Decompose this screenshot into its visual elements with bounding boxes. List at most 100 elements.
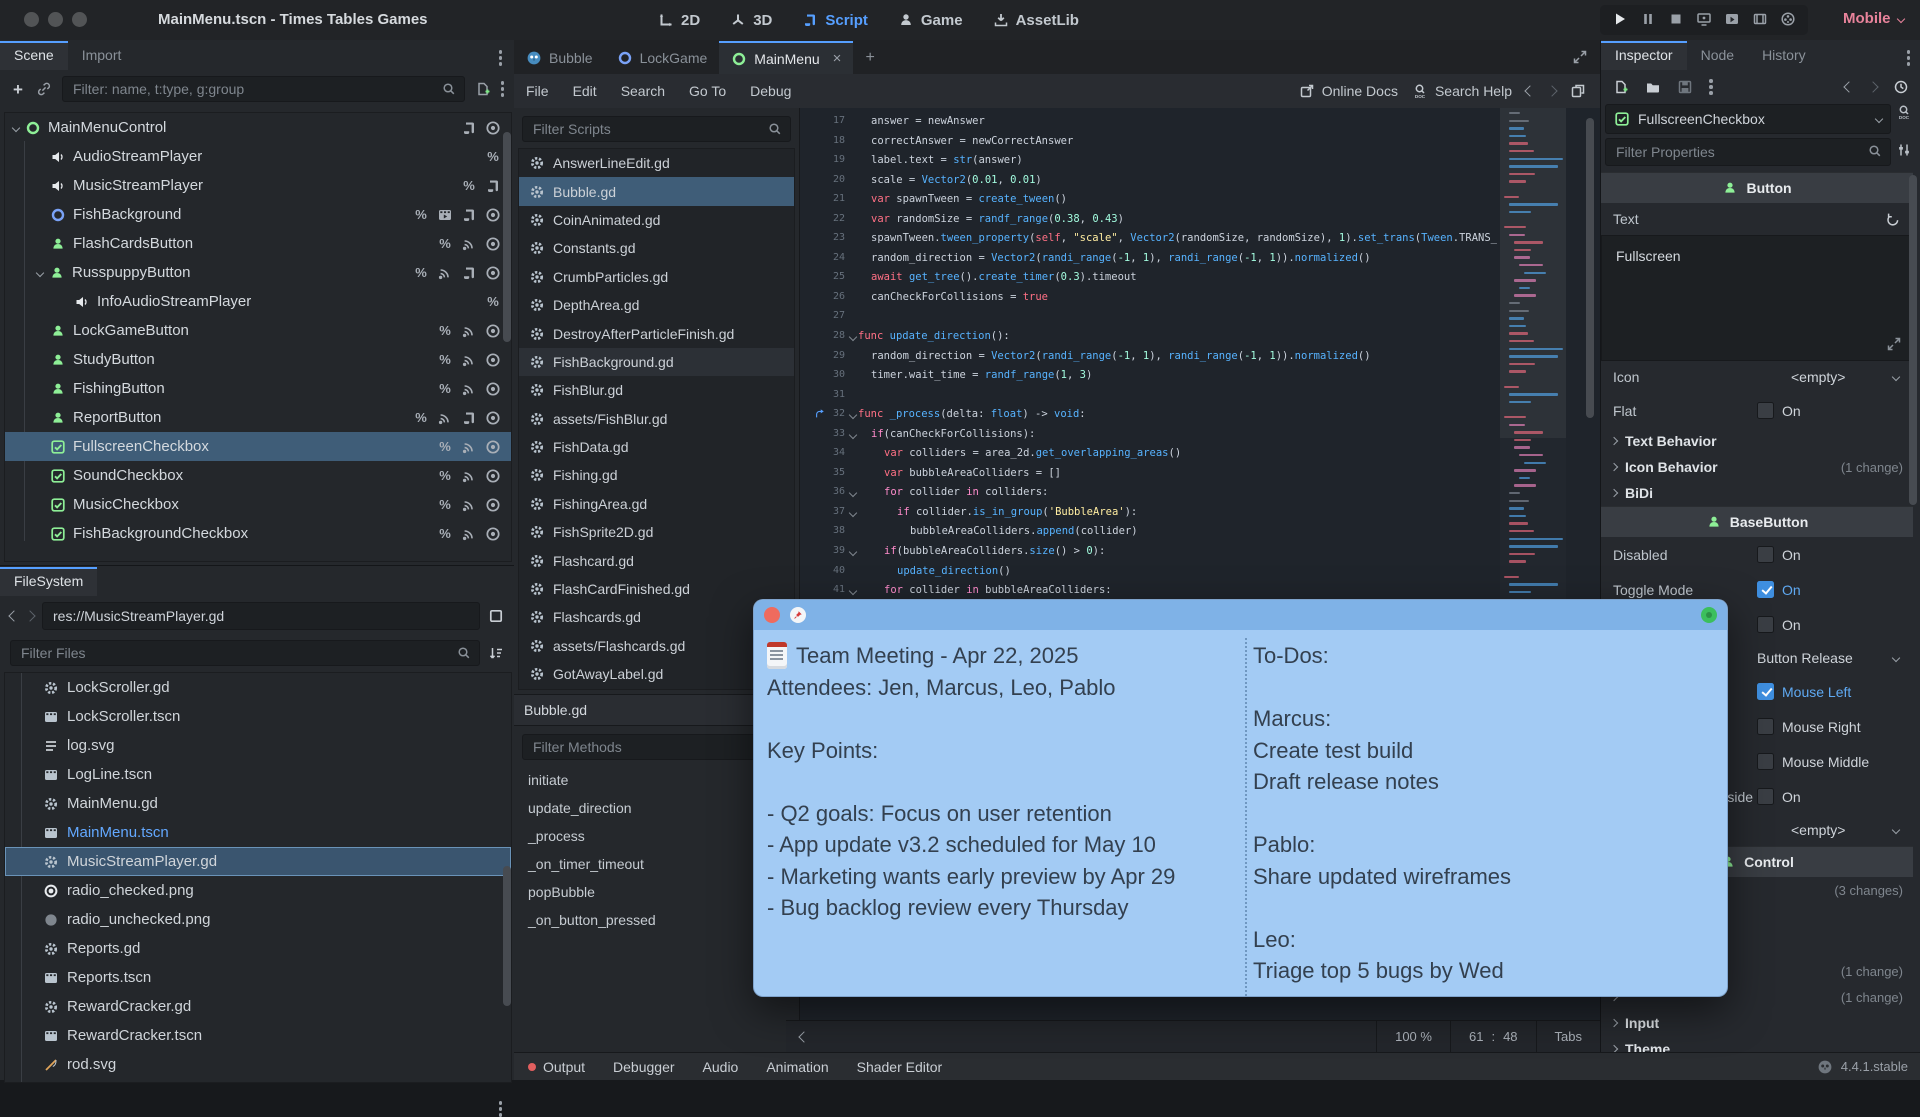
revert-icon[interactable] [1885,211,1901,227]
scene-node-RusspuppyButton[interactable]: RusspuppyButton% [5,258,511,287]
checkbox[interactable] [1757,788,1774,805]
scene-node-SoundCheckbox[interactable]: SoundCheckbox% [5,461,511,490]
file-LockScroller.tscn[interactable]: LockScroller.tscn [5,702,511,731]
script-AnswerLineEdit.gd[interactable]: AnswerLineEdit.gd [519,149,794,177]
eye-icon[interactable] [485,236,501,252]
filesystem-filter-input[interactable] [10,640,480,666]
tab-import[interactable]: Import [68,41,136,70]
filesystem-path[interactable]: res://MusicStreamPlayer.gd [42,602,480,630]
history-icon[interactable] [1893,79,1909,95]
script-FishingArea.gd[interactable]: FishingArea.gd [519,490,794,518]
file-RewardCracker.gd[interactable]: RewardCracker.gd [5,992,511,1021]
window-minimize-button[interactable] [48,12,63,27]
file-radio_unchecked.png[interactable]: radio_unchecked.png [5,905,511,934]
section-text-behavior[interactable]: Text Behavior [1601,428,1913,454]
eye-icon[interactable] [485,439,501,455]
inspector-node-selector[interactable]: FullscreenCheckbox [1605,104,1891,134]
script-FishBackground.gd[interactable]: FishBackground.gd [519,348,794,376]
code-line-23[interactable]: 23spawnTween.tween_property(self, "scale… [800,229,1497,249]
file-Reports.gd[interactable]: Reports.gd [5,934,511,963]
sticky-note-body[interactable]: Team Meeting - Apr 22, 2025Attendees: Je… [754,630,1727,996]
expand-icon[interactable] [1886,336,1902,352]
eye-icon[interactable] [485,265,501,281]
signal-icon[interactable] [437,265,453,281]
tab-scene[interactable]: Scene [0,41,68,70]
bottom-tab-debugger[interactable]: Debugger [599,1059,689,1075]
script-Constants.gd[interactable]: Constants.gd [519,234,794,262]
file-Reports.tscn[interactable]: Reports.tscn [5,963,511,992]
scene-node-FlashCardsButton[interactable]: FlashCardsButton% [5,229,511,258]
instance-scene-icon[interactable] [36,81,52,97]
chevron-down-icon[interactable] [1892,373,1900,381]
inspector-back-icon[interactable] [1843,81,1854,92]
checkbox[interactable] [1757,546,1774,563]
pct-icon[interactable]: % [437,236,453,252]
property-value[interactable]: <empty> [1791,822,1845,838]
scene-node-FullscreenCheckbox[interactable]: FullscreenCheckbox% [5,432,511,461]
file-log.svg[interactable]: log.svg [5,731,511,760]
scene-node-ReportButton[interactable]: ReportButton% [5,403,511,432]
scene-node-AudioStreamPlayer[interactable]: AudioStreamPlayer% [5,142,511,171]
property-tools-icon[interactable] [1896,142,1912,158]
forward-icon[interactable] [24,610,35,621]
code-line-21[interactable]: 21var spawnTween = create_tween() [800,190,1497,210]
pct-icon[interactable]: % [437,526,453,542]
pct-icon[interactable]: % [437,323,453,339]
new-script-tab-button[interactable]: + [853,41,886,74]
expand-editor-icon[interactable] [1572,49,1588,65]
pct-icon[interactable]: % [437,352,453,368]
caret-position[interactable]: 61 : 48 [1450,1021,1536,1053]
bottom-tab-audio[interactable]: Audio [689,1059,753,1075]
filter-scripts-input[interactable] [522,116,791,142]
eye-icon[interactable] [485,323,501,339]
menu-file[interactable]: File [514,83,561,99]
pct-icon[interactable]: % [437,439,453,455]
script-icon[interactable] [461,410,477,426]
script-FishBlur.gd[interactable]: FishBlur.gd [519,376,794,404]
bottom-tab-output[interactable]: Output [514,1059,599,1075]
indent-type[interactable]: Tabs [1536,1021,1600,1053]
movie-run-button[interactable] [1724,11,1740,30]
signal-icon[interactable] [461,526,477,542]
load-resource-icon[interactable] [1645,79,1661,95]
code-line-30[interactable]: 30timer.wait_time = randf_range(1, 3) [800,366,1497,386]
scene-node-StudyButton[interactable]: StudyButton% [5,345,511,374]
scene-node-LockGameButton[interactable]: LockGameButton% [5,316,511,345]
inspector-forward-icon[interactable] [1867,81,1878,92]
file-radio_checked.png[interactable]: radio_checked.png [5,876,511,905]
fold-icon[interactable] [849,333,857,341]
checkbox[interactable] [1757,402,1774,419]
checkbox[interactable] [1757,581,1774,598]
section-icon-behavior[interactable]: Icon Behavior(1 change) [1601,454,1913,480]
code-line-32[interactable]: 32func _process(delta: float) -> void: [800,405,1497,425]
note-close-button[interactable] [764,607,780,623]
script-tab-lockgame[interactable]: LockGame [605,41,720,74]
pct-icon[interactable]: % [413,207,429,223]
tab-3d[interactable]: 3D [722,0,780,40]
file-MainMenu.tscn[interactable]: MainMenu.tscn [5,818,511,847]
code-line-36[interactable]: 36for collider in colliders: [800,483,1497,503]
scene-node-FishBackgroundCheckbox[interactable]: FishBackgroundCheckbox% [5,519,511,548]
eye-icon[interactable] [485,120,501,136]
code-line-37[interactable]: 37if collider.is_in_group('BubbleArea'): [800,503,1497,523]
online-docs-link[interactable]: Online Docs [1299,83,1398,99]
close-icon[interactable]: × [833,50,842,67]
inspector-menu-icon[interactable] [1907,50,1911,66]
attach-script-icon[interactable] [475,81,491,97]
fold-icon[interactable] [849,548,857,556]
scene-node-MainMenuControl[interactable]: MainMenuControl [5,113,511,142]
script-CoinAnimated.gd[interactable]: CoinAnimated.gd [519,206,794,234]
back-icon[interactable] [8,610,19,621]
tab-history[interactable]: History [1748,41,1820,70]
signal-icon[interactable] [437,410,453,426]
scene-node-MusicStreamPlayer[interactable]: MusicStreamPlayer% [5,171,511,200]
fold-icon[interactable] [849,489,857,497]
code-line-40[interactable]: 40update_direction() [800,562,1497,582]
pct-icon[interactable]: % [485,149,501,165]
code-line-24[interactable]: 24random_direction = Vector2(randi_range… [800,249,1497,269]
script-Bubble.gd[interactable]: Bubble.gd [519,177,794,205]
eye-icon[interactable] [485,381,501,397]
signal-icon[interactable] [461,352,477,368]
menu-go-to[interactable]: Go To [677,83,738,99]
tab-game[interactable]: Game [890,0,971,40]
